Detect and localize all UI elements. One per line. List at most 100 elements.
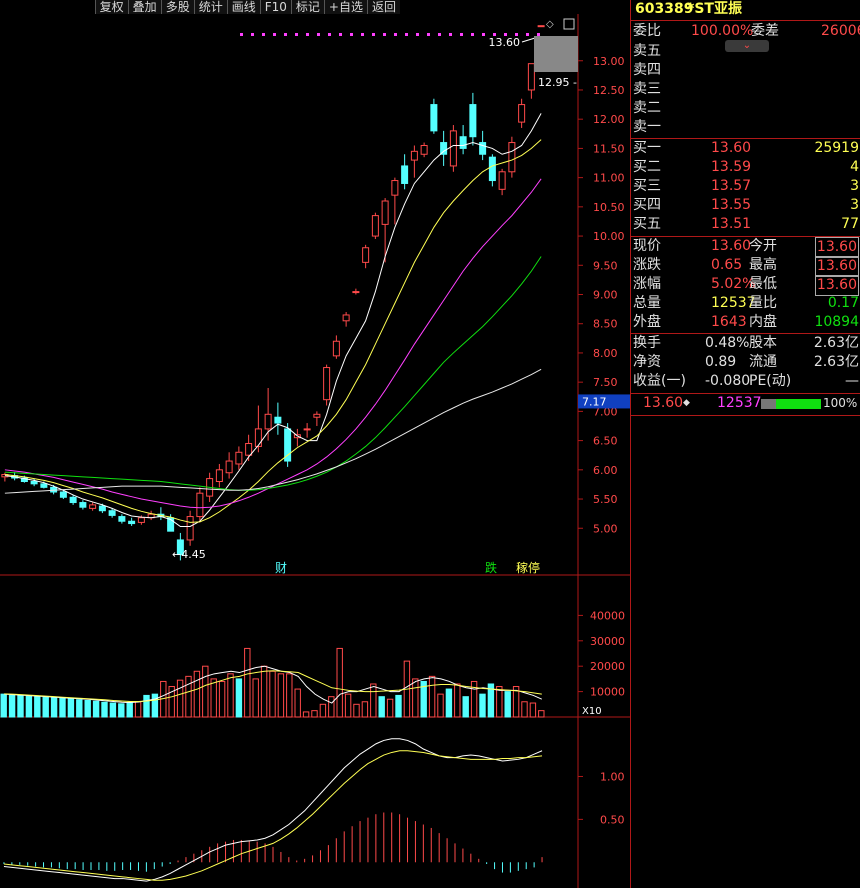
price-tick-label: 5.50 (593, 493, 618, 506)
quote-label: 今开 (749, 238, 777, 254)
marker-dot (383, 33, 386, 36)
candle-body (196, 492, 204, 518)
volume-ma-line (4, 670, 542, 703)
buy-level: 买一 13.60 25919 (631, 139, 860, 158)
marker-dot (350, 33, 353, 36)
ma-line (4, 256, 542, 491)
price-tick-label: 6.50 (593, 435, 618, 448)
ma-line (4, 178, 542, 509)
candle-body (430, 104, 438, 132)
price-tick-label: 8.50 (593, 318, 618, 331)
quote-row: 涨幅 5.02% 最低 13.60 (631, 275, 860, 296)
buy-price: 13.51 (711, 216, 752, 232)
toolbar-button-8[interactable]: 返回 (366, 0, 400, 14)
sell-level: 卖四 (631, 61, 860, 80)
quote-label: 净资 (633, 354, 661, 370)
volume-bar (8, 694, 16, 718)
marker-dot (284, 33, 287, 36)
toolbar-button-0[interactable]: 复权 (94, 0, 128, 14)
candle-body (59, 491, 67, 498)
last-price-label: 7.17 (582, 395, 607, 408)
toolbar-button-5[interactable]: F10 (259, 0, 291, 14)
volume-bar (412, 678, 419, 718)
toolbar-button-2[interactable]: 多股 (160, 0, 194, 14)
prev-label: 12.95 - (538, 76, 577, 89)
marker-dot (482, 33, 485, 36)
volume-bar (462, 696, 469, 718)
volume-bar (428, 675, 436, 718)
toolbar-button-1[interactable]: 叠加 (127, 0, 161, 14)
macd-tick-label: 1.00 (600, 770, 625, 783)
quote-row: 现价 13.60 今开 13.60 (631, 237, 860, 258)
sell-label: 卖二 (633, 100, 661, 116)
quote-row: 收益(一) -0.080 PE(动) — (631, 372, 860, 391)
candle-body (89, 504, 97, 509)
chart-area[interactable]: 13.00 12.50 12.00 11.50 11.00 10.50 10.00 9.50 9… (0, 0, 630, 888)
volume-tick-label: 30000 (590, 635, 625, 648)
marker-dot (273, 33, 276, 36)
diamond-icon: ◇ (546, 19, 554, 30)
marker-dot (460, 33, 463, 36)
sell-level: 卖三 (631, 80, 860, 99)
buy-price: 13.60 (711, 140, 752, 156)
price-tick-label: 11.50 (593, 142, 625, 155)
candle-body (469, 104, 477, 138)
candle-body (30, 481, 38, 485)
volume-bar (294, 688, 301, 718)
volume-unit-label: X10 (582, 706, 602, 717)
toolbar-button-4[interactable]: 画线 (226, 0, 260, 14)
kline-chart[interactable]: 13.00 12.50 12.00 11.50 11.00 10.50 10.00 9.50 9… (0, 0, 630, 888)
candle-body (352, 291, 360, 294)
quote-label: 股本 (749, 335, 777, 351)
weibi-row: 委比 100.00% 委差 26006 (631, 22, 860, 41)
quote-label: 最低 (749, 276, 777, 292)
candle-body (342, 314, 350, 322)
quote-label: 涨跌 (633, 257, 661, 273)
volume-bar (227, 673, 234, 718)
marker-dot (405, 33, 408, 36)
candle-body (391, 180, 399, 196)
volume-bar (84, 699, 91, 718)
candle-body (264, 413, 272, 430)
volume-bar (344, 693, 352, 718)
volume-bar (336, 647, 343, 718)
candle-body (449, 130, 457, 167)
quote-row: 换手 0.48% 股本 2.63亿 (631, 334, 860, 353)
volume-bar (101, 701, 108, 718)
toolbar-button-3[interactable]: 统计 (193, 0, 227, 14)
volume-bar (286, 673, 293, 718)
volume-bar (34, 696, 41, 718)
volume-bar (67, 698, 75, 718)
quote-label: 收益(一) (633, 373, 686, 389)
volume-bar (353, 703, 360, 718)
volume-bar (235, 678, 243, 718)
candle-body (108, 510, 116, 516)
buy-level: 买二 13.59 4 (631, 158, 860, 177)
volume-bar (134, 701, 142, 718)
candle-body (332, 340, 340, 357)
volume-bar (328, 696, 335, 718)
candle-body (488, 156, 496, 182)
candle-body (303, 428, 311, 431)
price-tick-label: 8.00 (593, 347, 618, 360)
quote-value: 0.89 (705, 354, 737, 370)
volume-bar (437, 693, 444, 718)
macd-tick-label: 0.50 (600, 813, 625, 826)
volume-bar (202, 665, 209, 718)
weicha-value: 26006 (821, 23, 860, 39)
ma-line (4, 368, 542, 494)
price-tick-label: 12.00 (593, 113, 625, 126)
candle-body (98, 505, 106, 512)
marker-dot (262, 33, 265, 36)
low-label: ←4.45 (172, 548, 206, 561)
volume-bar (260, 665, 268, 718)
volume-bar (269, 670, 276, 718)
quote-label: 流通 (749, 354, 777, 370)
volume-bar (50, 697, 58, 718)
candle-body (537, 25, 545, 28)
toolbar-button-7[interactable]: +自选 (323, 0, 367, 14)
sell-level: 卖一 (631, 118, 860, 137)
toolbar-button-6[interactable]: 标记 (290, 0, 324, 14)
event-marker: 稼停 (516, 560, 540, 575)
marker-dot (416, 33, 419, 36)
